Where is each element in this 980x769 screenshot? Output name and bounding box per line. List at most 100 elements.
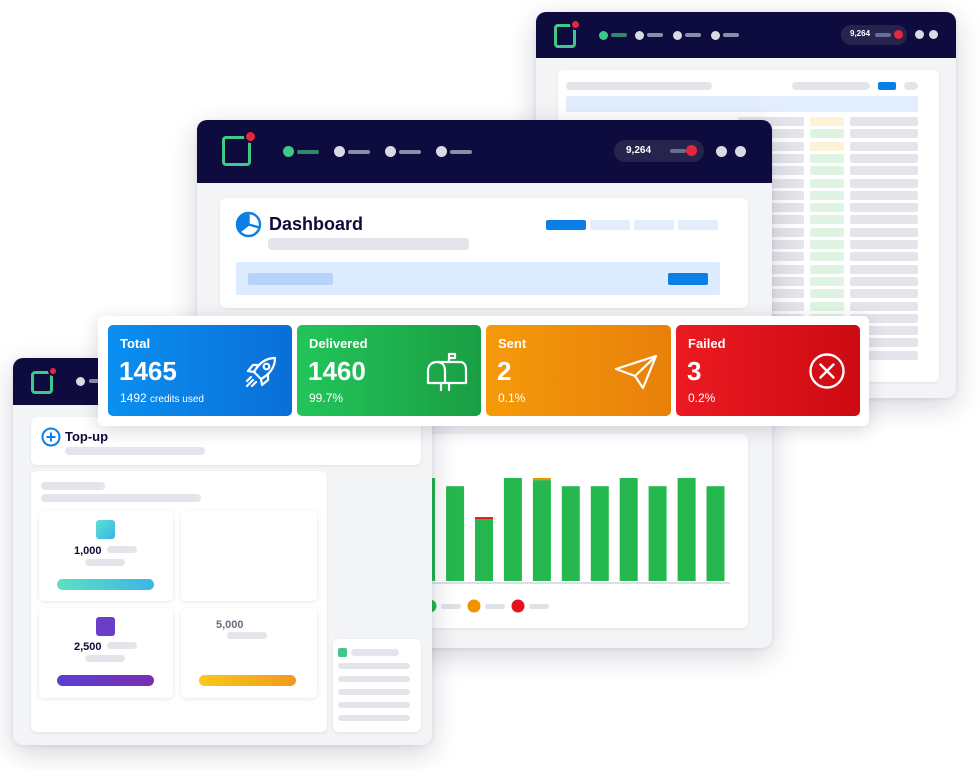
stat-label: Sent xyxy=(498,336,527,351)
chart-bar xyxy=(677,478,696,581)
date-range-input[interactable] xyxy=(248,273,333,285)
table-cell xyxy=(810,276,844,286)
chart-bar xyxy=(619,478,638,581)
package-card[interactable]: 2,500 xyxy=(39,608,173,698)
table-cell xyxy=(810,129,844,139)
table-cell xyxy=(810,240,844,249)
table-cell xyxy=(850,301,918,311)
package-swatch xyxy=(96,617,115,636)
stat-value: 2 xyxy=(497,356,512,386)
credits-used-label: credits used xyxy=(150,394,204,405)
legend-label xyxy=(441,604,461,609)
nav-item-2[interactable] xyxy=(635,31,644,40)
tab-4[interactable] xyxy=(678,220,718,230)
app-logo xyxy=(554,19,581,48)
legend-label xyxy=(529,604,549,609)
chart-bar xyxy=(446,486,465,581)
settings-icon[interactable] xyxy=(915,30,924,39)
chart-bar xyxy=(475,519,493,581)
table-cell xyxy=(810,227,844,237)
nav-item-2[interactable] xyxy=(334,146,345,157)
credits-used-value: 1492 xyxy=(120,391,147,405)
nav-item-3[interactable] xyxy=(385,146,396,157)
chart-bar xyxy=(503,478,522,581)
package-card[interactable]: 1,000 xyxy=(39,511,173,601)
nav-item-3[interactable] xyxy=(673,31,682,40)
stat-card-delivered[interactable]: Delivered 1460 99.7% xyxy=(297,325,481,416)
buy-button[interactable] xyxy=(199,675,296,686)
stats-bar: Total 1465 1492 credits used Delivered 1… xyxy=(98,316,869,426)
table-header-row xyxy=(566,96,918,112)
table-cell xyxy=(850,153,918,163)
package-amount: 5,000 xyxy=(216,619,244,631)
credits-value: 9,264 xyxy=(626,145,652,156)
table-cell xyxy=(810,289,844,299)
table-cell xyxy=(850,117,918,126)
table-cell xyxy=(810,264,844,274)
nav-item-dashboard[interactable] xyxy=(599,31,608,40)
stat-sub: 99.7% xyxy=(309,391,344,405)
nav-item-dashboard[interactable] xyxy=(283,146,294,157)
topup-title: Top-up xyxy=(65,429,109,444)
table-cell xyxy=(850,215,918,225)
table-cell xyxy=(850,240,918,249)
table-cell xyxy=(810,178,844,188)
table-action-button[interactable] xyxy=(878,82,896,90)
summary-panel xyxy=(333,639,421,732)
mailbox-icon xyxy=(426,352,468,392)
plus-circle-icon xyxy=(41,427,61,447)
package-amount: 2,500 xyxy=(74,641,102,653)
legend-swatch xyxy=(511,599,525,613)
nav-item-4[interactable] xyxy=(436,146,447,157)
table-cell xyxy=(810,203,844,213)
stat-value: 3 xyxy=(687,356,702,386)
credits-badge[interactable]: 9,264 xyxy=(614,140,704,162)
buy-button[interactable] xyxy=(57,579,154,590)
user-icon[interactable] xyxy=(735,146,746,157)
close-circle-icon xyxy=(809,353,845,389)
table-cell xyxy=(810,190,844,200)
tab-3[interactable] xyxy=(634,220,674,230)
rocket-icon xyxy=(245,356,277,388)
table-cell xyxy=(850,190,918,200)
legend-label xyxy=(485,604,505,609)
chart-bar xyxy=(532,480,551,581)
stat-card-sent[interactable]: Sent 2 0.1% xyxy=(486,325,671,416)
pie-chart-icon xyxy=(235,211,262,238)
package-card[interactable]: 5,000 xyxy=(181,608,317,698)
apply-filter-button[interactable] xyxy=(668,273,708,285)
stat-label: Total xyxy=(120,336,151,351)
table-cell xyxy=(850,203,918,213)
stat-label: Delivered xyxy=(309,336,368,351)
stat-sub: 0.2% xyxy=(688,391,716,405)
package-card[interactable] xyxy=(181,511,317,601)
navbar: 9,264 xyxy=(536,12,956,58)
buy-button[interactable] xyxy=(57,675,154,686)
chart-bar xyxy=(590,486,609,581)
credits-badge[interactable]: 9,264 xyxy=(841,25,907,45)
credits-value: 9,264 xyxy=(850,29,871,38)
tab-2[interactable] xyxy=(590,220,630,230)
chart-bar xyxy=(532,478,551,481)
stat-value: 1465 xyxy=(119,356,177,386)
nav-item-1[interactable] xyxy=(76,377,85,386)
package-swatch xyxy=(96,520,115,539)
chart-bar xyxy=(561,486,580,581)
chart-bar xyxy=(706,486,725,581)
stat-sub: 0.1% xyxy=(498,391,526,405)
page-title: Dashboard xyxy=(269,214,364,234)
stat-card-failed[interactable]: Failed 3 0.2% xyxy=(676,325,860,416)
stat-label: Failed xyxy=(688,336,726,351)
settings-icon[interactable] xyxy=(716,146,727,157)
table-cell xyxy=(810,117,844,126)
table-cell xyxy=(810,252,844,262)
tab-active[interactable] xyxy=(546,220,586,230)
stat-card-total[interactable]: Total 1465 1492 credits used xyxy=(108,325,292,416)
nav-item-4[interactable] xyxy=(711,31,720,40)
legend-swatch xyxy=(467,599,481,613)
package-amount: 1,000 xyxy=(74,545,102,557)
filter-bar xyxy=(236,262,720,295)
dashboard-header-panel: Dashboard xyxy=(220,198,748,308)
table-cell xyxy=(810,166,844,176)
user-icon[interactable] xyxy=(929,30,938,39)
